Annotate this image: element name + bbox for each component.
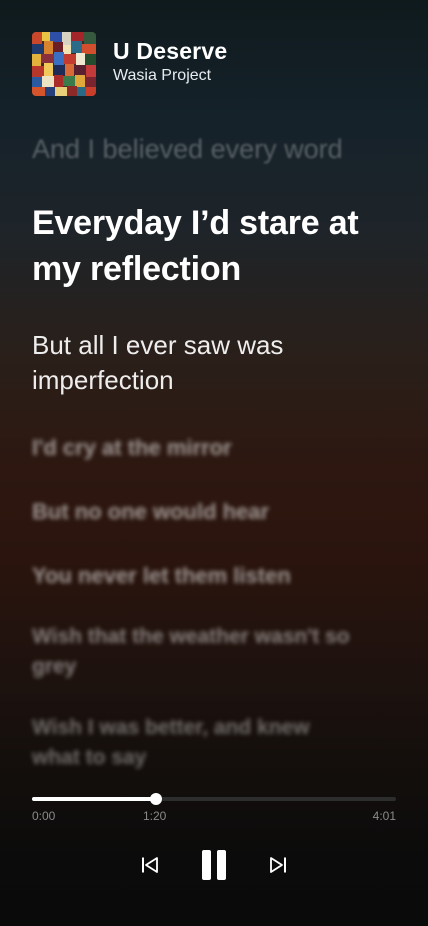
lyric-line-upcoming[interactable]: You never let them listen: [32, 561, 400, 591]
time-total: 4:01: [372, 809, 396, 823]
next-button[interactable]: [267, 854, 289, 876]
lyric-line-upcoming[interactable]: Wish I was better, and knew what to say: [32, 713, 362, 773]
lyric-line-previous[interactable]: And I believed every word: [32, 132, 400, 166]
lyrics-screen: U Deserve Wasia Project And I believed e…: [0, 0, 428, 926]
album-art-image: [32, 32, 96, 96]
time-current: 1:20: [143, 809, 167, 823]
previous-button[interactable]: [139, 854, 161, 876]
lyric-line-upcoming[interactable]: But no one would hear: [32, 497, 400, 527]
time-start: 0:00: [32, 809, 56, 823]
artist-name[interactable]: Wasia Project: [113, 66, 227, 86]
progress-fill: [32, 797, 156, 801]
progress-track[interactable]: [32, 793, 396, 805]
album-art[interactable]: [32, 32, 96, 96]
track-meta: U Deserve Wasia Project: [113, 38, 227, 86]
progress-knob[interactable]: [149, 793, 162, 805]
lyric-line-upcoming[interactable]: Wish that the weather wasn't so grey: [32, 622, 392, 682]
pause-button[interactable]: [198, 848, 230, 882]
now-playing-header: U Deserve Wasia Project: [32, 32, 227, 96]
lyric-line-upcoming[interactable]: I'd cry at the mirror: [32, 433, 400, 463]
lyric-line-current[interactable]: Everyday I’d stare at my reflection: [32, 200, 400, 292]
lyric-line-next[interactable]: But all I ever saw was imperfection: [32, 328, 400, 398]
playback-controls: [0, 848, 428, 884]
skip-next-icon: [270, 857, 286, 873]
song-title: U Deserve: [113, 37, 228, 64]
pause-icon: [202, 850, 226, 880]
player-bar: 0:00 1:20 4:01: [0, 776, 428, 926]
skip-previous-icon: [142, 857, 158, 873]
